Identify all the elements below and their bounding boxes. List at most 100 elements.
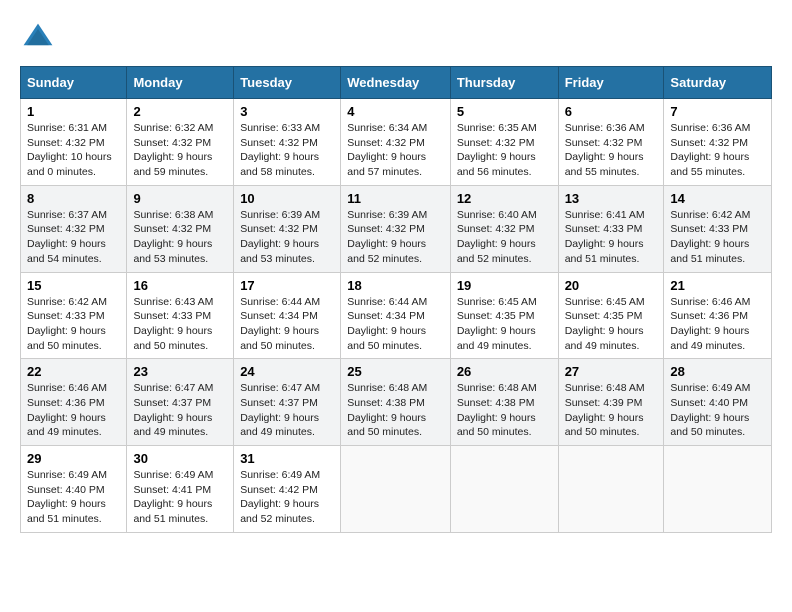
calendar-cell: 6 Sunrise: 6:36 AM Sunset: 4:32 PM Dayli…: [558, 99, 664, 186]
calendar-cell: 22 Sunrise: 6:46 AM Sunset: 4:36 PM Dayl…: [21, 359, 127, 446]
day-info: Sunrise: 6:46 AM Sunset: 4:36 PM Dayligh…: [27, 381, 120, 440]
calendar-table: SundayMondayTuesdayWednesdayThursdayFrid…: [20, 66, 772, 533]
day-number: 13: [565, 191, 658, 206]
col-header-tuesday: Tuesday: [234, 67, 341, 99]
calendar-cell: 20 Sunrise: 6:45 AM Sunset: 4:35 PM Dayl…: [558, 272, 664, 359]
col-header-wednesday: Wednesday: [341, 67, 451, 99]
day-info: Sunrise: 6:38 AM Sunset: 4:32 PM Dayligh…: [133, 208, 227, 267]
calendar-week-4: 22 Sunrise: 6:46 AM Sunset: 4:36 PM Dayl…: [21, 359, 772, 446]
day-number: 10: [240, 191, 334, 206]
calendar-cell: 5 Sunrise: 6:35 AM Sunset: 4:32 PM Dayli…: [450, 99, 558, 186]
day-info: Sunrise: 6:40 AM Sunset: 4:32 PM Dayligh…: [457, 208, 552, 267]
day-number: 1: [27, 104, 120, 119]
day-number: 28: [670, 364, 765, 379]
calendar-week-3: 15 Sunrise: 6:42 AM Sunset: 4:33 PM Dayl…: [21, 272, 772, 359]
day-info: Sunrise: 6:48 AM Sunset: 4:39 PM Dayligh…: [565, 381, 658, 440]
calendar-cell: 30 Sunrise: 6:49 AM Sunset: 4:41 PM Dayl…: [127, 446, 234, 533]
day-info: Sunrise: 6:45 AM Sunset: 4:35 PM Dayligh…: [565, 295, 658, 354]
col-header-sunday: Sunday: [21, 67, 127, 99]
col-header-thursday: Thursday: [450, 67, 558, 99]
calendar-cell: 3 Sunrise: 6:33 AM Sunset: 4:32 PM Dayli…: [234, 99, 341, 186]
day-number: 31: [240, 451, 334, 466]
calendar-week-2: 8 Sunrise: 6:37 AM Sunset: 4:32 PM Dayli…: [21, 185, 772, 272]
day-info: Sunrise: 6:39 AM Sunset: 4:32 PM Dayligh…: [347, 208, 444, 267]
day-number: 21: [670, 278, 765, 293]
day-number: 7: [670, 104, 765, 119]
calendar-cell: 25 Sunrise: 6:48 AM Sunset: 4:38 PM Dayl…: [341, 359, 451, 446]
col-header-saturday: Saturday: [664, 67, 772, 99]
day-number: 29: [27, 451, 120, 466]
day-info: Sunrise: 6:49 AM Sunset: 4:40 PM Dayligh…: [670, 381, 765, 440]
day-number: 12: [457, 191, 552, 206]
calendar-week-1: 1 Sunrise: 6:31 AM Sunset: 4:32 PM Dayli…: [21, 99, 772, 186]
day-info: Sunrise: 6:49 AM Sunset: 4:42 PM Dayligh…: [240, 468, 334, 527]
calendar-cell: [450, 446, 558, 533]
day-number: 20: [565, 278, 658, 293]
calendar-cell: 10 Sunrise: 6:39 AM Sunset: 4:32 PM Dayl…: [234, 185, 341, 272]
calendar-cell: 4 Sunrise: 6:34 AM Sunset: 4:32 PM Dayli…: [341, 99, 451, 186]
calendar-cell: 9 Sunrise: 6:38 AM Sunset: 4:32 PM Dayli…: [127, 185, 234, 272]
day-number: 22: [27, 364, 120, 379]
calendar-cell: 27 Sunrise: 6:48 AM Sunset: 4:39 PM Dayl…: [558, 359, 664, 446]
day-info: Sunrise: 6:32 AM Sunset: 4:32 PM Dayligh…: [133, 121, 227, 180]
calendar-cell: 15 Sunrise: 6:42 AM Sunset: 4:33 PM Dayl…: [21, 272, 127, 359]
calendar-cell: 29 Sunrise: 6:49 AM Sunset: 4:40 PM Dayl…: [21, 446, 127, 533]
day-number: 24: [240, 364, 334, 379]
day-info: Sunrise: 6:44 AM Sunset: 4:34 PM Dayligh…: [347, 295, 444, 354]
day-number: 9: [133, 191, 227, 206]
day-info: Sunrise: 6:49 AM Sunset: 4:41 PM Dayligh…: [133, 468, 227, 527]
calendar-cell: 23 Sunrise: 6:47 AM Sunset: 4:37 PM Dayl…: [127, 359, 234, 446]
page-header: [20, 20, 772, 56]
calendar-cell: 16 Sunrise: 6:43 AM Sunset: 4:33 PM Dayl…: [127, 272, 234, 359]
day-number: 3: [240, 104, 334, 119]
day-info: Sunrise: 6:46 AM Sunset: 4:36 PM Dayligh…: [670, 295, 765, 354]
day-number: 6: [565, 104, 658, 119]
day-number: 2: [133, 104, 227, 119]
day-info: Sunrise: 6:31 AM Sunset: 4:32 PM Dayligh…: [27, 121, 120, 180]
day-info: Sunrise: 6:49 AM Sunset: 4:40 PM Dayligh…: [27, 468, 120, 527]
calendar-cell: 31 Sunrise: 6:49 AM Sunset: 4:42 PM Dayl…: [234, 446, 341, 533]
calendar-cell: 12 Sunrise: 6:40 AM Sunset: 4:32 PM Dayl…: [450, 185, 558, 272]
day-info: Sunrise: 6:36 AM Sunset: 4:32 PM Dayligh…: [565, 121, 658, 180]
day-number: 11: [347, 191, 444, 206]
calendar-cell: 24 Sunrise: 6:47 AM Sunset: 4:37 PM Dayl…: [234, 359, 341, 446]
calendar-cell: [558, 446, 664, 533]
calendar-week-5: 29 Sunrise: 6:49 AM Sunset: 4:40 PM Dayl…: [21, 446, 772, 533]
calendar-cell: 14 Sunrise: 6:42 AM Sunset: 4:33 PM Dayl…: [664, 185, 772, 272]
day-info: Sunrise: 6:45 AM Sunset: 4:35 PM Dayligh…: [457, 295, 552, 354]
day-info: Sunrise: 6:37 AM Sunset: 4:32 PM Dayligh…: [27, 208, 120, 267]
day-number: 27: [565, 364, 658, 379]
day-info: Sunrise: 6:48 AM Sunset: 4:38 PM Dayligh…: [347, 381, 444, 440]
calendar-cell: 1 Sunrise: 6:31 AM Sunset: 4:32 PM Dayli…: [21, 99, 127, 186]
day-info: Sunrise: 6:43 AM Sunset: 4:33 PM Dayligh…: [133, 295, 227, 354]
day-info: Sunrise: 6:47 AM Sunset: 4:37 PM Dayligh…: [240, 381, 334, 440]
day-info: Sunrise: 6:42 AM Sunset: 4:33 PM Dayligh…: [27, 295, 120, 354]
col-header-monday: Monday: [127, 67, 234, 99]
logo-icon: [20, 20, 56, 56]
day-number: 14: [670, 191, 765, 206]
calendar-cell: [664, 446, 772, 533]
day-info: Sunrise: 6:36 AM Sunset: 4:32 PM Dayligh…: [670, 121, 765, 180]
day-number: 25: [347, 364, 444, 379]
col-header-friday: Friday: [558, 67, 664, 99]
day-info: Sunrise: 6:39 AM Sunset: 4:32 PM Dayligh…: [240, 208, 334, 267]
day-info: Sunrise: 6:35 AM Sunset: 4:32 PM Dayligh…: [457, 121, 552, 180]
day-number: 16: [133, 278, 227, 293]
logo: [20, 20, 62, 56]
day-info: Sunrise: 6:44 AM Sunset: 4:34 PM Dayligh…: [240, 295, 334, 354]
day-number: 26: [457, 364, 552, 379]
calendar-cell: 2 Sunrise: 6:32 AM Sunset: 4:32 PM Dayli…: [127, 99, 234, 186]
calendar-cell: 11 Sunrise: 6:39 AM Sunset: 4:32 PM Dayl…: [341, 185, 451, 272]
calendar-cell: [341, 446, 451, 533]
calendar-cell: 13 Sunrise: 6:41 AM Sunset: 4:33 PM Dayl…: [558, 185, 664, 272]
calendar-cell: 18 Sunrise: 6:44 AM Sunset: 4:34 PM Dayl…: [341, 272, 451, 359]
calendar-cell: 19 Sunrise: 6:45 AM Sunset: 4:35 PM Dayl…: [450, 272, 558, 359]
day-info: Sunrise: 6:47 AM Sunset: 4:37 PM Dayligh…: [133, 381, 227, 440]
day-number: 18: [347, 278, 444, 293]
day-number: 15: [27, 278, 120, 293]
day-info: Sunrise: 6:48 AM Sunset: 4:38 PM Dayligh…: [457, 381, 552, 440]
calendar-cell: 21 Sunrise: 6:46 AM Sunset: 4:36 PM Dayl…: [664, 272, 772, 359]
calendar-cell: 7 Sunrise: 6:36 AM Sunset: 4:32 PM Dayli…: [664, 99, 772, 186]
calendar-cell: 8 Sunrise: 6:37 AM Sunset: 4:32 PM Dayli…: [21, 185, 127, 272]
day-info: Sunrise: 6:33 AM Sunset: 4:32 PM Dayligh…: [240, 121, 334, 180]
